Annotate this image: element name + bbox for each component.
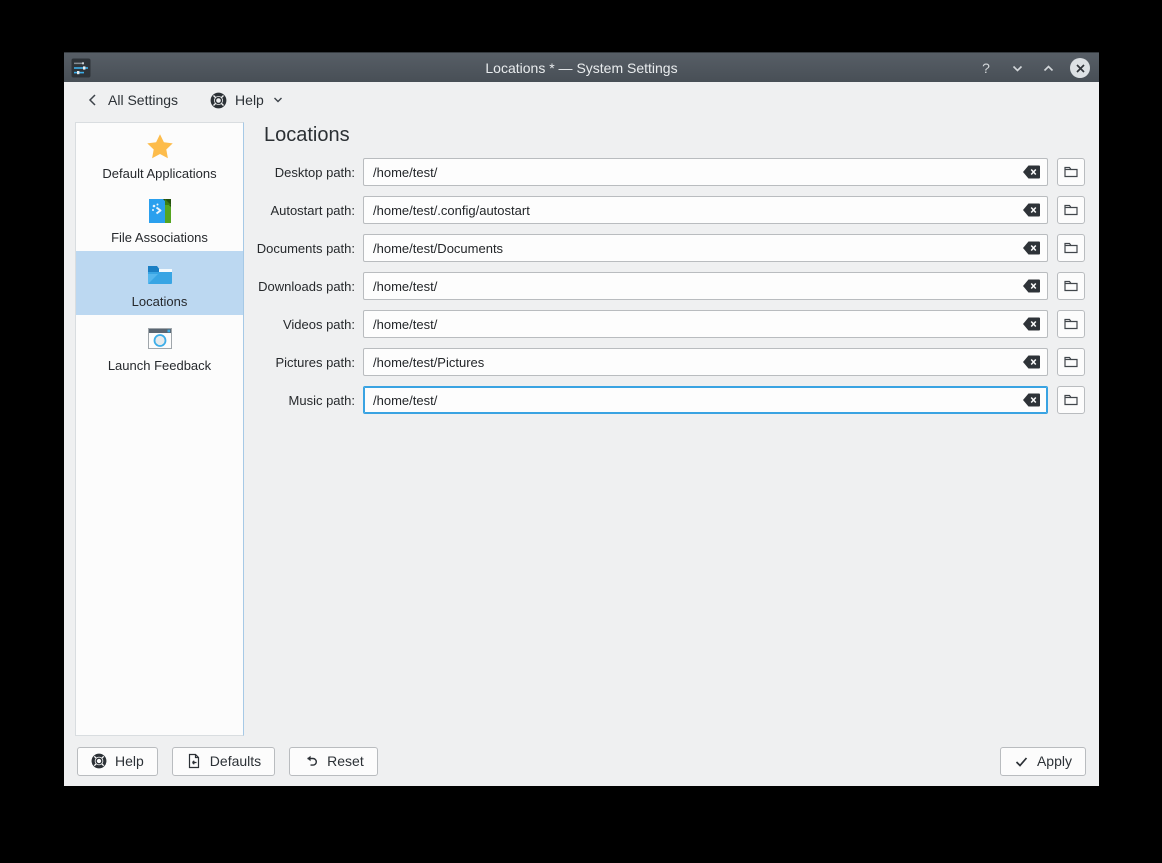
folder-open-icon xyxy=(1063,392,1079,408)
path-input[interactable] xyxy=(363,158,1048,186)
titlebar-buttons: ? xyxy=(977,53,1090,83)
path-label: Music path: xyxy=(64,393,363,408)
path-input[interactable] xyxy=(363,386,1048,414)
apply-button[interactable]: Apply xyxy=(1000,747,1086,776)
backspace-clear-icon xyxy=(1022,279,1041,294)
backspace-clear-icon xyxy=(1022,241,1041,256)
clear-text-button[interactable] xyxy=(1022,317,1041,332)
all-settings-back-button[interactable]: All Settings xyxy=(80,85,184,115)
backspace-clear-icon xyxy=(1022,317,1041,332)
backspace-clear-icon xyxy=(1022,203,1041,218)
window-title: Locations * — System Settings xyxy=(64,53,1099,83)
chevron-down-icon xyxy=(1011,62,1024,75)
path-field-wrap xyxy=(363,196,1048,224)
path-input[interactable] xyxy=(363,310,1048,338)
backspace-clear-icon xyxy=(1022,165,1041,180)
browse-folder-button[interactable] xyxy=(1057,272,1085,300)
folder-open-icon xyxy=(1063,354,1079,370)
clear-text-button[interactable] xyxy=(1022,203,1041,218)
path-label: Documents path: xyxy=(64,241,363,256)
path-label: Videos path: xyxy=(64,317,363,332)
path-row: Autostart path: xyxy=(64,196,1085,224)
path-field-wrap xyxy=(363,310,1048,338)
chevron-up-icon xyxy=(1042,62,1055,75)
path-row: Documents path: xyxy=(64,234,1085,262)
chevron-down-icon xyxy=(272,94,284,106)
clear-text-button[interactable] xyxy=(1022,355,1041,370)
browse-folder-button[interactable] xyxy=(1057,234,1085,262)
help-buoy-icon xyxy=(210,92,227,109)
folder-open-icon xyxy=(1063,164,1079,180)
document-revert-icon xyxy=(186,753,202,769)
path-label: Pictures path: xyxy=(64,355,363,370)
checkmark-icon xyxy=(1014,754,1029,769)
maximize-button[interactable] xyxy=(1039,59,1057,77)
path-label: Autostart path: xyxy=(64,203,363,218)
backspace-clear-icon xyxy=(1022,393,1041,408)
help-button[interactable]: Help xyxy=(77,747,158,776)
reset-button[interactable]: Reset xyxy=(289,747,378,776)
clear-text-button[interactable] xyxy=(1022,393,1041,408)
backspace-clear-icon xyxy=(1022,355,1041,370)
toolbar-help-label: Help xyxy=(235,92,264,108)
folder-open-icon xyxy=(1063,316,1079,332)
folder-open-icon xyxy=(1063,278,1079,294)
browse-folder-button[interactable] xyxy=(1057,386,1085,414)
path-field-wrap xyxy=(363,234,1048,262)
all-settings-label: All Settings xyxy=(108,92,178,108)
path-row: Downloads path: xyxy=(64,272,1085,300)
main-area: Default Applications xyxy=(64,118,1099,736)
path-field-wrap xyxy=(363,158,1048,186)
path-field-wrap xyxy=(363,348,1048,376)
clear-text-button[interactable] xyxy=(1022,165,1041,180)
page-title: Locations xyxy=(264,124,350,147)
locations-form: Desktop path: xyxy=(64,158,1085,424)
titlebar[interactable]: Locations * — System Settings ? xyxy=(64,52,1099,82)
clear-text-button[interactable] xyxy=(1022,279,1041,294)
path-row: Desktop path: xyxy=(64,158,1085,186)
path-input[interactable] xyxy=(363,272,1048,300)
browse-folder-button[interactable] xyxy=(1057,310,1085,338)
path-label: Desktop path: xyxy=(64,165,363,180)
folder-open-icon xyxy=(1063,240,1079,256)
path-row: Music path: xyxy=(64,386,1085,414)
toolbar-help-button[interactable]: Help xyxy=(204,85,290,115)
path-input[interactable] xyxy=(363,348,1048,376)
close-button[interactable] xyxy=(1070,58,1090,78)
apply-button-label: Apply xyxy=(1037,753,1072,769)
reset-button-label: Reset xyxy=(327,753,364,769)
toolbar: All Settings Help xyxy=(64,82,1099,118)
browse-folder-button[interactable] xyxy=(1057,196,1085,224)
window-help-button[interactable]: ? xyxy=(977,59,995,77)
defaults-button[interactable]: Defaults xyxy=(172,747,275,776)
system-settings-window: Locations * — System Settings ? xyxy=(64,52,1099,786)
path-row: Pictures path: xyxy=(64,348,1085,376)
back-chevron-icon xyxy=(86,93,100,107)
path-field-wrap xyxy=(363,386,1048,414)
browse-folder-button[interactable] xyxy=(1057,348,1085,376)
footer-button-bar: Help Defaults Reset xyxy=(64,736,1099,786)
path-row: Videos path: xyxy=(64,310,1085,338)
close-icon xyxy=(1075,63,1086,74)
path-input[interactable] xyxy=(363,234,1048,262)
path-label: Downloads path: xyxy=(64,279,363,294)
folder-open-icon xyxy=(1063,202,1079,218)
browse-folder-button[interactable] xyxy=(1057,158,1085,186)
desktop-background: Locations * — System Settings ? xyxy=(0,0,1162,863)
path-input[interactable] xyxy=(363,196,1048,224)
clear-text-button[interactable] xyxy=(1022,241,1041,256)
path-field-wrap xyxy=(363,272,1048,300)
help-button-label: Help xyxy=(115,753,144,769)
minimize-button[interactable] xyxy=(1008,59,1026,77)
undo-reset-icon xyxy=(303,753,319,769)
defaults-button-label: Defaults xyxy=(210,753,261,769)
help-buoy-icon xyxy=(91,753,107,769)
